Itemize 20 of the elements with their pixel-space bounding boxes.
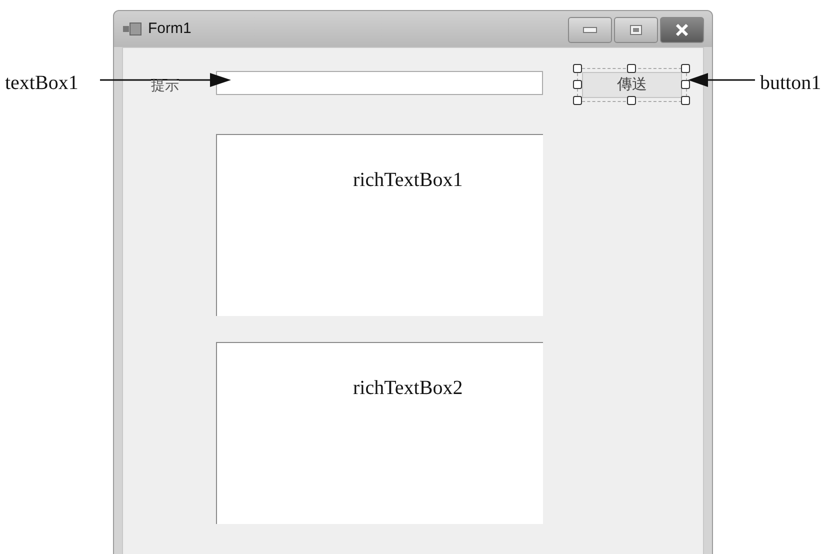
resize-handle[interactable] [627,64,636,73]
maximize-icon [630,25,642,35]
rich-text-box-label: richTextBox1 [353,168,463,193]
rich-text-box[interactable]: richTextBox2 [216,342,543,524]
annotation-label: button1 [760,71,822,96]
maximize-button[interactable] [614,17,658,43]
form-icon [122,21,142,37]
arrow [688,73,755,87]
close-button[interactable] [660,17,704,43]
rich-text-box[interactable]: richTextBox1 [216,134,543,316]
window-title: Form1 [148,18,192,39]
minimize-button[interactable] [568,17,612,43]
close-icon [675,24,689,36]
annotation-label: textBox1 [5,71,78,96]
resize-handle[interactable] [627,96,636,105]
minimize-icon [583,27,597,33]
text-field[interactable] [216,71,543,95]
send-button[interactable]: 傳送 [582,72,682,98]
arrow [179,73,231,87]
rich-text-box-label: richTextBox2 [353,376,463,401]
